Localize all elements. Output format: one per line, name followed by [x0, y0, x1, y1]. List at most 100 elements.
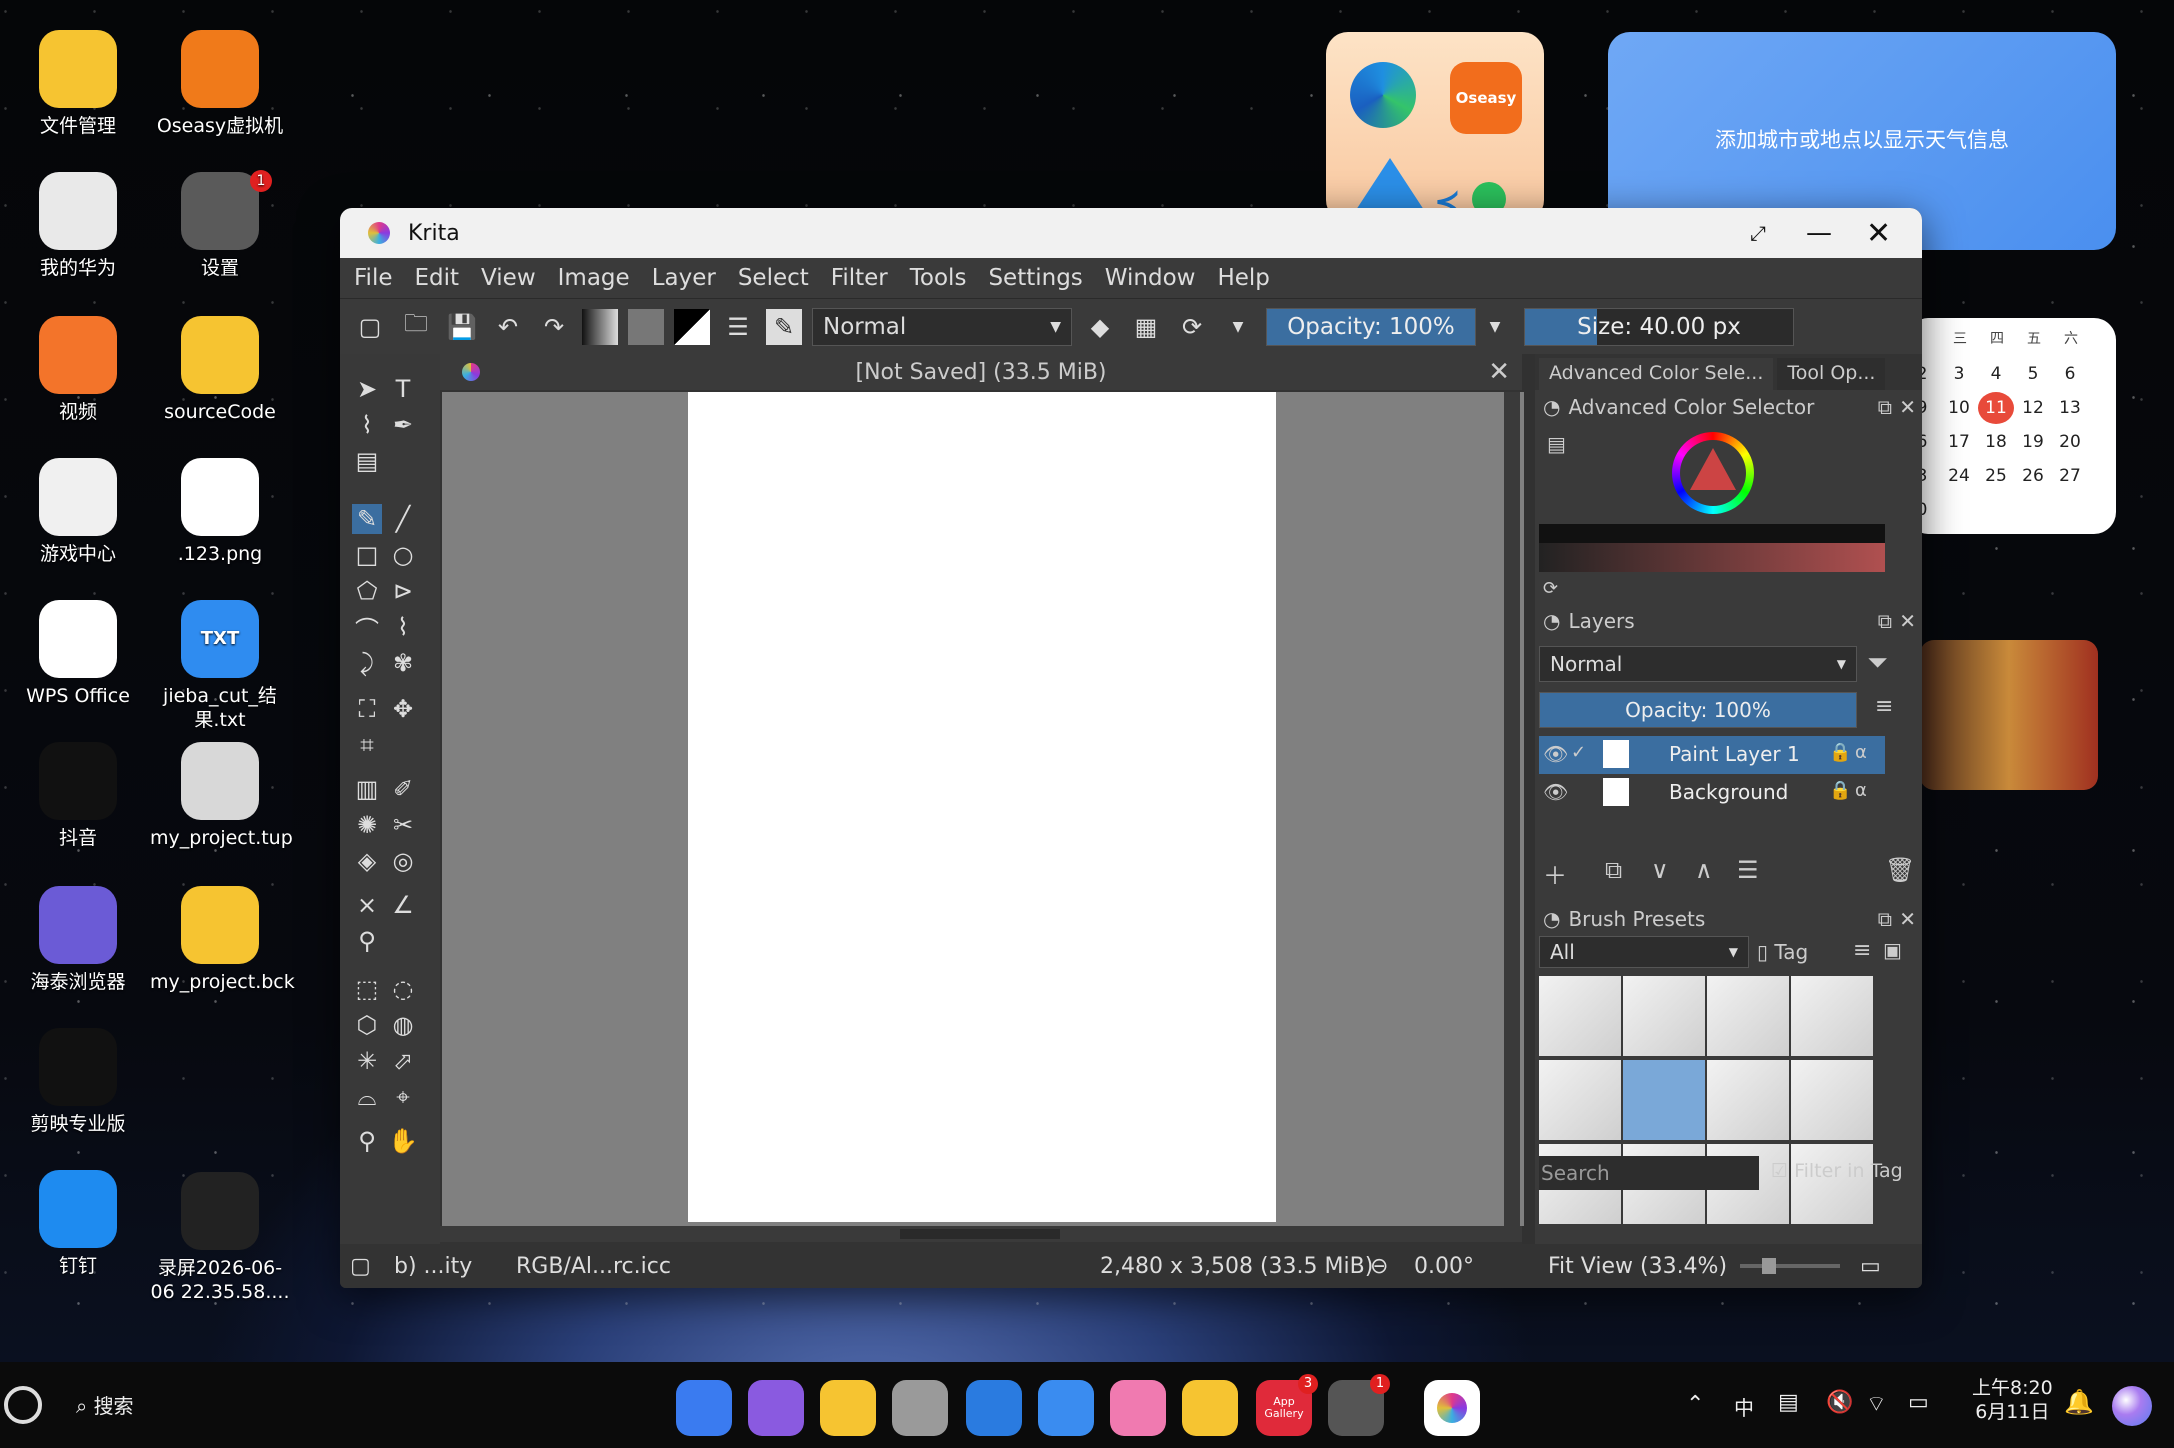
new-document-icon[interactable]: ▢ — [352, 309, 388, 345]
desktop-icon[interactable]: 我的华为 — [8, 172, 148, 280]
visibility-eye-icon[interactable]: 👁 — [1543, 742, 1568, 766]
arrow-app-icon[interactable] — [1356, 158, 1424, 210]
menu-filter[interactable]: Filter — [831, 265, 888, 291]
dynamic-brush-icon[interactable]: ⤸ — [352, 648, 382, 678]
edge-icon[interactable] — [1350, 62, 1416, 128]
app-grid-icon[interactable] — [676, 1380, 732, 1436]
layer-properties-icon[interactable]: ☰ — [1737, 856, 1759, 884]
calendar-day[interactable]: 17 — [1941, 426, 1977, 458]
calendar-widget[interactable]: 三四五六234569101112136171819203242526270 — [1910, 318, 2116, 534]
calendar-day[interactable]: 11 — [1978, 392, 2014, 424]
add-layer-icon[interactable]: ＋ — [1543, 856, 1567, 891]
desktop-icon[interactable]: my_project.bck — [150, 886, 295, 994]
assistant-icon[interactable]: ▤ — [352, 446, 382, 476]
zoom-tool-icon[interactable]: ⚲ — [352, 1126, 382, 1156]
desktop-icon[interactable]: 文件管理 — [8, 30, 148, 138]
duplicate-layer-icon[interactable]: ⧉ — [1605, 856, 1622, 884]
brush-settings-icon[interactable]: ☰ — [720, 309, 756, 345]
crop-tool-icon[interactable]: ⌗ — [352, 730, 382, 760]
preset-view-icon[interactable]: ≡ — [1853, 938, 1871, 963]
magic-wand-icon[interactable]: ✳ — [352, 1046, 382, 1076]
dock-tab[interactable]: Advanced Color Sele... — [1539, 358, 1774, 390]
assistant-orb-icon[interactable] — [2112, 1386, 2152, 1426]
edit-shapes-icon[interactable]: ⌇ — [352, 410, 382, 440]
desktop-icon[interactable]: 游戏中心 — [8, 458, 148, 566]
desktop-icon[interactable]: 录屏2026-06-06 22.35.58.... — [150, 1172, 290, 1304]
start-button[interactable] — [4, 1386, 42, 1424]
visibility-eye-icon[interactable]: 👁 — [1543, 780, 1568, 804]
menu-help[interactable]: Help — [1217, 265, 1269, 291]
paper-sheet[interactable] — [688, 392, 1276, 1222]
clock[interactable]: 上午8:20 6月11日 — [1972, 1376, 2053, 1424]
calendar-day[interactable]: 18 — [1978, 426, 2014, 458]
pan-tool-icon[interactable]: ✋ — [388, 1126, 418, 1156]
desktop-icon[interactable]: 抖音 — [8, 742, 148, 850]
lock-icon[interactable]: 🔒 — [1829, 780, 1851, 801]
menu-view[interactable]: View — [481, 265, 536, 291]
menu-layer[interactable]: Layer — [652, 265, 716, 291]
brush-preset-thumbnail[interactable] — [1707, 976, 1789, 1056]
measure-tool-icon[interactable]: ∠ — [388, 890, 418, 920]
similar-select-icon[interactable]: ⬀ — [388, 1046, 418, 1076]
calendar-day[interactable]: 12 — [2015, 392, 2051, 424]
calendar-day[interactable]: 27 — [2052, 460, 2088, 492]
eraser-icon[interactable]: ◆ — [1082, 309, 1118, 345]
layer-row[interactable]: 👁 ✓ Paint Layer 1 🔒 α — [1539, 736, 1885, 774]
brush-preset-thumbnail[interactable] — [1707, 1060, 1789, 1140]
brush-preset-thumbnail[interactable] — [1623, 976, 1705, 1056]
menu-file[interactable]: File — [354, 265, 393, 291]
selection-icon[interactable]: ▢ — [350, 1254, 371, 1279]
opacity-slider[interactable]: Opacity: 100% — [1266, 307, 1476, 346]
zoom-slider[interactable] — [1740, 1258, 1840, 1274]
open-folder-icon[interactable]: 🗀 — [398, 309, 434, 345]
menu-window[interactable]: Window — [1105, 265, 1196, 291]
gradient-swatch-icon[interactable] — [582, 308, 618, 345]
calendar-day[interactable]: 6 — [2052, 358, 2088, 390]
lock-docker-icon[interactable]: ◔ — [1543, 395, 1560, 419]
desktop-icon[interactable]: .123.png — [150, 458, 290, 566]
desktop-icon[interactable]: 海泰浏览器 — [8, 886, 148, 994]
trash-icon[interactable] — [892, 1380, 948, 1436]
calendar-day[interactable]: 24 — [1941, 460, 1977, 492]
opacity-dropdown-icon[interactable]: ▼ — [1486, 309, 1504, 345]
undo-icon[interactable]: ↶ — [490, 309, 526, 345]
volume-icon[interactable]: 🔇 — [1826, 1390, 1853, 1415]
layer-opacity-slider[interactable]: Opacity: 100% — [1539, 692, 1857, 728]
lock-docker-icon[interactable]: ◔ — [1543, 609, 1560, 633]
close-docker-icon[interactable]: ✕ — [1899, 395, 1916, 419]
freehand-brush-icon[interactable]: ✎ — [352, 504, 382, 534]
app-folder-widget[interactable]: Oseasy ≺ — [1326, 32, 1544, 222]
brush-preset-thumbnail[interactable] — [1623, 1060, 1705, 1140]
close-window-button[interactable]: ✕ — [1866, 216, 1891, 251]
preset-grid-icon[interactable]: ▣ — [1883, 938, 1902, 962]
menu-settings[interactable]: Settings — [988, 265, 1082, 291]
refresh-icon[interactable]: ⟳ — [1543, 578, 1558, 599]
wifi-icon[interactable]: ⌔ — [1866, 1390, 1887, 1418]
lock-icon[interactable]: 🔒 — [1829, 742, 1851, 763]
brush-preset-thumbnail[interactable] — [1539, 1060, 1621, 1140]
color-settings-icon[interactable]: ▤ — [1547, 432, 1566, 456]
redo-icon[interactable]: ↷ — [536, 309, 572, 345]
brush-preset-thumbnail[interactable] — [1539, 976, 1621, 1056]
reference-tool-icon[interactable]: ✂ — [388, 810, 418, 840]
delete-layer-icon[interactable]: 🗑 — [1885, 856, 1915, 884]
float-docker-icon[interactable]: ⧉ — [1878, 609, 1892, 633]
desktop-icon[interactable]: Oseasy虚拟机 — [150, 30, 290, 138]
freehand-select-icon[interactable]: ◍ — [388, 1010, 418, 1040]
freehand-path-icon[interactable]: ⌇ — [388, 612, 418, 642]
polygon-select-icon[interactable]: ⬡ — [352, 1010, 382, 1040]
ime-indicator[interactable]: 中 — [1734, 1392, 1754, 1421]
layer-checkbox[interactable]: ✓ — [1571, 742, 1586, 763]
polygon-tool-icon[interactable]: ⬠ — [352, 576, 382, 606]
pan-pin-icon[interactable]: ⚲ — [352, 926, 382, 956]
filter-icon[interactable]: ⏷ — [1867, 648, 1888, 679]
pattern-swatch-icon[interactable] — [628, 308, 664, 345]
ellipse-select-icon[interactable]: ◌ — [388, 974, 418, 1004]
float-docker-icon[interactable]: ⧉ — [1878, 395, 1892, 419]
lock-docker-icon[interactable]: ◔ — [1543, 907, 1560, 931]
calendar-day[interactable]: 19 — [2015, 426, 2051, 458]
layer-blend-mode-select[interactable]: Normal ▼ — [1539, 646, 1857, 682]
vertical-scrollbar[interactable] — [1504, 392, 1520, 1226]
alpha-icon[interactable]: α — [1855, 780, 1867, 801]
color-picker-icon[interactable]: ✐ — [388, 774, 418, 804]
